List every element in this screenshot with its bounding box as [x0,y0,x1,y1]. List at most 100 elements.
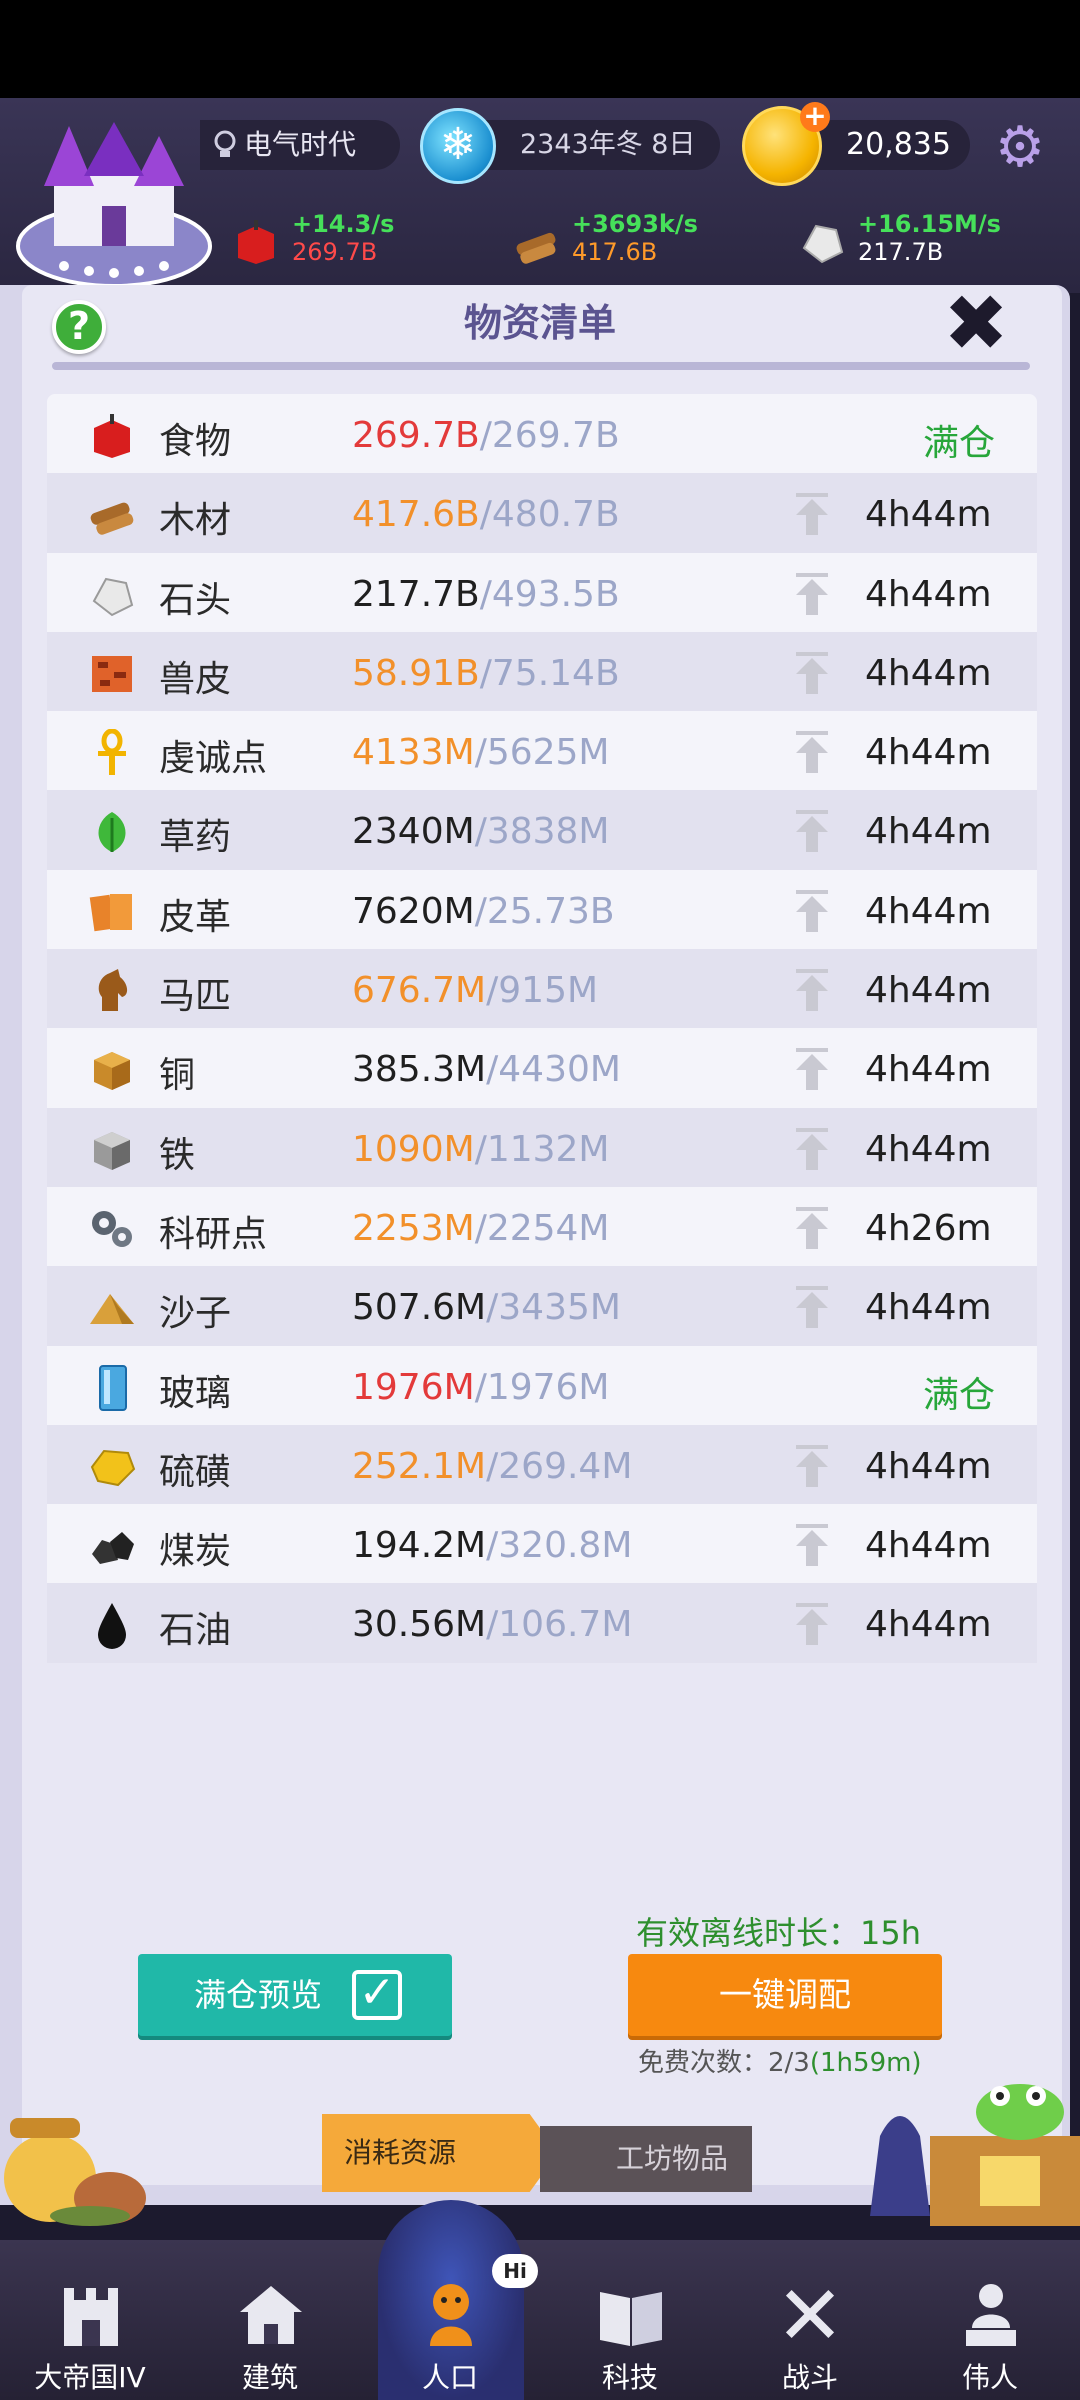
era-text: 电气时代 [244,128,357,161]
time-to-full: 4h44m [865,811,992,853]
upgrade-arrow-icon[interactable] [792,1443,832,1489]
nav-item-book[interactable]: 科技 [540,2240,720,2400]
resource-amount: 58.91B/75.14B [352,653,620,694]
upgrade-arrow-icon[interactable] [792,650,832,696]
resource-amount: 417.6B/480.7B [352,494,620,535]
resource-capacity: /320.8M [486,1525,633,1567]
tab-workshop-items[interactable]: 工坊物品 [540,2126,752,2192]
full-storage-preview-button[interactable]: 满仓预览 ✓ [138,1954,452,2036]
resource-capacity: /5625M [474,732,610,774]
resource-capacity: /106.7M [486,1604,633,1646]
resource-row: 玻璃 1976M/1976M 满仓 [47,1346,1037,1425]
copper-icon [94,1052,130,1091]
iron-icon [94,1131,130,1170]
resource-capacity: /2254M [474,1207,610,1249]
title-divider [52,362,1030,370]
resource-row: 科研点 2253M/2254M 4h26m [47,1187,1037,1266]
resource-current: 417.6B [352,494,480,536]
resource-current: 2340M [352,811,475,853]
sand-icon [90,1294,134,1325]
resource-name: 马匹 [159,976,232,1018]
upgrade-arrow-icon[interactable] [792,571,832,617]
top-header: 电气时代 2343年冬 8日 ❄ 20,835 + ⚙ +14.3/s 269.… [0,98,1080,293]
bulb-icon [214,130,236,157]
upgrade-arrow-icon[interactable] [792,967,832,1013]
resource-name: 玻璃 [159,1372,232,1414]
nav-item-statue[interactable]: 伟人 [900,2240,1080,2400]
hi-badge: Hi [492,2254,538,2288]
time-to-full: 4h44m [865,573,992,615]
production-total: 417.6B [572,238,658,266]
resource-name: 硫磺 [159,1451,232,1493]
upgrade-arrow-icon[interactable] [792,491,832,537]
sulfur-icon [90,1449,136,1486]
time-to-full: 4h44m [865,1287,992,1329]
population-icon [430,2284,472,2346]
resource-current: 7620M [352,890,475,932]
production-rate: +16.15M/s [858,210,1001,238]
nav-item-swords[interactable]: 战斗 [720,2240,900,2400]
settings-gear-icon[interactable]: ⚙ [990,118,1050,178]
time-to-full: 4h44m [865,652,992,694]
close-button[interactable]: ✖ [940,285,1012,363]
add-coins-button[interactable]: + [800,102,830,132]
resource-name: 石油 [159,1610,232,1652]
nav-item-house[interactable]: 建筑 [180,2240,360,2400]
resource-capacity: /3435M [486,1287,621,1329]
resource-amount: 7620M/25.73B [352,891,615,932]
snowflake-icon[interactable]: ❄ [420,108,496,184]
offline-duration: 有效离线时长：15h [636,1914,922,1952]
upgrade-arrow-icon[interactable] [792,729,832,775]
time-to-full: 4h44m [865,1049,992,1091]
resource-row: 硫磺 252.1M/269.4M 4h44m [47,1424,1037,1505]
upgrade-arrow-icon[interactable] [792,1126,832,1172]
resource-name: 煤炭 [159,1531,232,1573]
resource-name: 虔诚点 [159,738,268,780]
upgrade-arrow-icon[interactable] [792,1284,832,1330]
system-status-bar [0,0,1080,98]
resource-current: 252.1M [352,1445,487,1487]
resource-amount: 269.7B/269.7B [352,415,620,456]
resource-capacity: /915M [486,970,599,1012]
resource-amount: 2253M/2254M [352,1208,610,1249]
free-count: 免费次数：2/3(1h59m) [638,2042,922,2079]
upgrade-arrow-icon[interactable] [792,1522,832,1568]
time-to-full: 4h44m [865,494,992,536]
nav-label: 科技 [601,2361,658,2394]
season-text: 2343年冬 8日 [520,129,696,160]
resource-capacity: /480.7B [479,494,620,536]
resource-current: 217.7B [352,573,480,615]
era-label[interactable]: 电气时代 [200,120,400,170]
resource-amount: 676.7M/915M [352,970,598,1011]
castle-emblem-icon[interactable] [14,116,214,296]
resource-current: 1976M [352,1366,475,1408]
resource-amount: 1090M/1132M [352,1129,610,1170]
resource-amount: 217.7B/493.5B [352,574,620,615]
resource-current: 30.56M [352,1604,487,1646]
resource-row: 兽皮 58.91B/75.14B 4h44m [47,631,1037,712]
resource-row: 铜 385.3M/4430M 4h44m [47,1028,1037,1107]
statue-icon [966,2284,1016,2346]
upgrade-arrow-icon[interactable] [792,1601,832,1647]
tab-consumable-resources[interactable]: 消耗资源 [322,2114,558,2192]
coal-icon [92,1532,134,1565]
upgrade-arrow-icon[interactable] [792,888,832,934]
resource-name: 木材 [159,500,232,542]
frog-crate-icon [870,2084,1080,2226]
stone-icon [802,224,844,264]
resource-current: 194.2M [352,1525,487,1567]
one-click-allocate-button[interactable]: 一键调配 [628,1954,942,2036]
resource-name: 食物 [159,421,232,462]
upgrade-arrow-icon[interactable] [792,1205,832,1251]
upgrade-arrow-icon[interactable] [792,808,832,854]
resource-current: 58.91B [352,652,480,694]
resource-name: 科研点 [159,1213,268,1255]
herb-icon [98,812,126,853]
nav-item-empire[interactable]: 大帝国IV [0,2240,180,2400]
resource-amount: 194.2M/320.8M [352,1525,632,1566]
upgrade-arrow-icon[interactable] [792,1046,832,1092]
resource-amount: 2340M/3838M [352,811,610,852]
resource-row: 马匹 676.7M/915M 4h44m [47,949,1037,1029]
resource-current: 507.6M [352,1287,487,1329]
resource-capacity: /269.7B [479,415,620,456]
